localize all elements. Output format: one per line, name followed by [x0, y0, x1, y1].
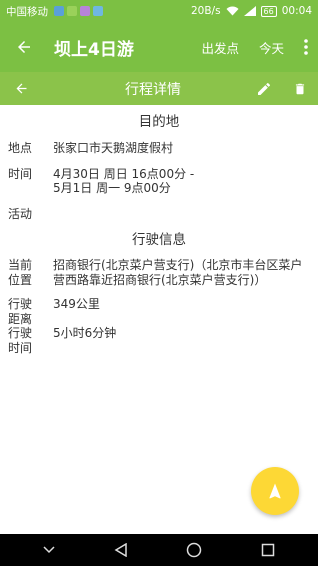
more-vert-icon: [304, 39, 308, 55]
current-location-row: 当前 位置 招商银行(北京菜户营支行)（北京市丰台区菜户营西路靠近招商银行(北京…: [0, 258, 318, 287]
duration-label-line2: 时间: [8, 340, 33, 355]
signal-icon: [243, 6, 256, 16]
activity-label: 活动: [8, 206, 33, 221]
pencil-icon: [258, 82, 271, 95]
distance-row: 行驶 距离 349公里: [0, 297, 318, 326]
driving-section-title: 行驶信息: [132, 232, 186, 248]
destination-section-title: 目的地: [138, 114, 180, 130]
page-title: 坝上4日游: [54, 39, 134, 60]
duration-row: 行驶 时间 5小时6分钟: [0, 326, 318, 355]
navigation-arrow-icon: [269, 483, 281, 499]
place-row: 地点 张家口市天鹅湖度假村: [0, 141, 318, 156]
app-notification-icon: [54, 6, 64, 16]
sub-header-title: 行程详情: [125, 81, 181, 98]
app-notification-icon: [93, 6, 103, 16]
activity-row: 活动: [0, 207, 318, 222]
sub-back-button[interactable]: [0, 72, 42, 105]
duration-label: 行驶 时间: [8, 326, 53, 355]
duration-value: 5小时6分钟: [53, 326, 117, 340]
time-label: 时间: [8, 166, 33, 181]
back-button[interactable]: [0, 22, 48, 72]
today-button[interactable]: 今天: [249, 22, 294, 72]
system-nav-bar: [0, 534, 318, 566]
distance-label: 行驶 距离: [8, 297, 53, 326]
navigate-fab[interactable]: [251, 467, 299, 515]
distance-value: 349公里: [53, 297, 100, 311]
wifi-icon: [226, 6, 239, 16]
sub-header: 行程详情: [0, 72, 318, 105]
app-notification-icon: [67, 6, 77, 16]
trip-detail-content: 目的地 地点 张家口市天鹅湖度假村 时间 4月30日 周日 16点00分 - 5…: [0, 105, 318, 355]
delete-button[interactable]: [282, 72, 318, 105]
carrier-label: 中国移动: [6, 5, 48, 18]
trash-icon: [295, 83, 305, 94]
app-bar: 坝上4日游 出发点 今天: [0, 22, 318, 72]
place-label: 地点: [8, 141, 33, 155]
distance-label-line1: 行驶: [8, 297, 33, 311]
time-row: 时间 4月30日 周日 16点00分 - 5月1日 周一 9点00分: [0, 167, 318, 196]
departure-button[interactable]: 出发点: [191, 22, 249, 72]
home-circle-icon[interactable]: [186, 542, 202, 558]
back-triangle-icon[interactable]: [114, 543, 128, 557]
status-bar: 中国移动 20B/s 66 00:04: [0, 0, 318, 22]
app-notification-icon: [80, 6, 90, 16]
recents-square-icon[interactable]: [261, 543, 275, 557]
current-location-label: 当前 位置: [8, 258, 53, 287]
time-value: 4月30日 周日 16点00分 - 5月1日 周一 9点00分: [53, 167, 310, 196]
place-value: 张家口市天鹅湖度假村: [53, 141, 174, 155]
time-start: 4月30日 周日 16点00分 -: [53, 166, 195, 181]
current-location-value: 招商银行(北京菜户营支行)（北京市丰台区菜户营西路靠近招商银行(北京菜户营支行)…: [53, 258, 303, 287]
duration-label-line1: 行驶: [8, 326, 33, 340]
arrow-left-icon: [18, 41, 30, 53]
notification-icons: [54, 6, 103, 16]
time-end: 5月1日 周一 9点00分: [53, 181, 171, 195]
clock: 00:04: [281, 5, 312, 17]
current-location-label-line2: 位置: [8, 272, 33, 287]
activity-value: [53, 207, 310, 222]
current-location-label-line1: 当前: [8, 258, 33, 272]
battery-icon: 66: [260, 5, 277, 17]
chevron-down-icon[interactable]: [43, 546, 55, 554]
distance-label-line2: 距离: [8, 311, 33, 326]
edit-button[interactable]: [246, 72, 282, 105]
arrow-left-icon: [16, 83, 26, 94]
network-speed: 20B/s: [190, 5, 221, 17]
more-options-button[interactable]: [294, 22, 318, 72]
